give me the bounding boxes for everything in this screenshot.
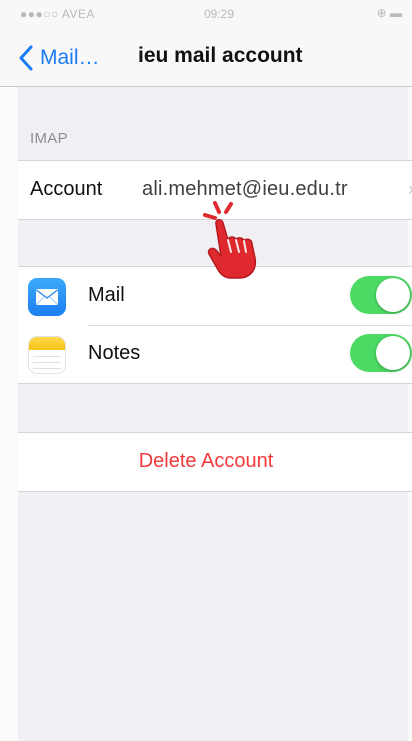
back-button[interactable]: Mail… bbox=[18, 42, 100, 74]
battery-icon: ⊕ ▬ bbox=[376, 6, 402, 20]
imap-section-header: IMAP bbox=[30, 130, 68, 147]
page-title: ieu mail account bbox=[138, 44, 303, 67]
notes-toggle-knob bbox=[376, 336, 410, 370]
left-edge-strip bbox=[0, 0, 18, 741]
status-bar: ●●●○○ AVEA 09:29 ⊕ ▬ bbox=[0, 0, 412, 30]
carrier-label: ●●●○○ AVEA bbox=[20, 7, 96, 21]
chevron-right-icon: › bbox=[408, 179, 412, 200]
delete-group: Delete Account bbox=[18, 432, 412, 492]
mail-toggle-knob bbox=[376, 278, 410, 312]
chevron-left-icon bbox=[19, 45, 33, 71]
navigation-bar: Mail… ieu mail account bbox=[0, 30, 412, 87]
mail-label: Mail bbox=[88, 284, 125, 306]
mail-toggle[interactable] bbox=[350, 276, 412, 314]
notes-row: Notes bbox=[18, 325, 412, 383]
account-label: Account bbox=[30, 178, 103, 200]
delete-account-label: Delete Account bbox=[138, 450, 274, 472]
delete-account-button[interactable]: Delete Account bbox=[18, 433, 412, 491]
status-time: 09:29 bbox=[204, 7, 235, 21]
mail-app-icon bbox=[28, 278, 66, 316]
back-button-label: Mail… bbox=[40, 46, 100, 69]
account-value: ali.mehmet@ieu.edu.tr bbox=[142, 178, 348, 200]
apps-group: Mail Notes bbox=[18, 266, 412, 384]
tap-hand-cursor-icon bbox=[203, 201, 257, 279]
notes-app-icon bbox=[28, 336, 66, 374]
notes-toggle[interactable] bbox=[350, 334, 412, 372]
notes-label: Notes bbox=[88, 342, 141, 364]
